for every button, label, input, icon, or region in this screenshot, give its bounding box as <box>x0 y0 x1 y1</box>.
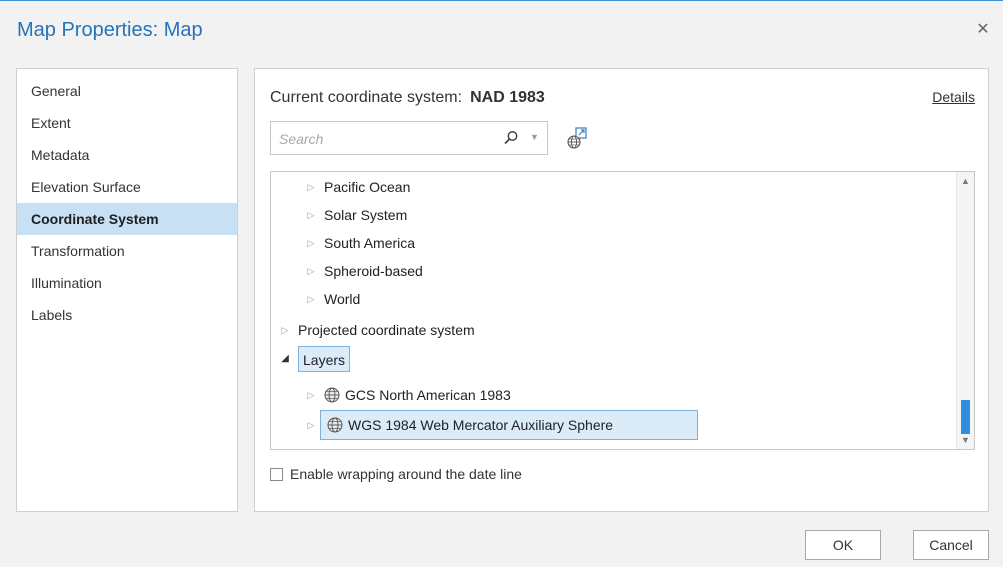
sidebar-item-labels[interactable]: Labels <box>17 299 237 331</box>
details-link[interactable]: Details <box>932 89 975 105</box>
expand-icon[interactable]: ▷ <box>280 317 290 343</box>
sidebar-item-general[interactable]: General <box>17 75 237 107</box>
dialog-title: Map Properties: Map <box>17 19 203 41</box>
tree-item[interactable]: ▷ GCS North American 1983 <box>306 382 511 408</box>
expand-icon[interactable]: ▷ <box>306 286 316 312</box>
sidebar-item-extent[interactable]: Extent <box>17 107 237 139</box>
tree-item[interactable]: ▷ South America <box>306 230 416 256</box>
tree-item-label: Solar System <box>324 207 408 223</box>
tree-item-label: Layers <box>298 346 351 372</box>
scroll-up-icon[interactable]: ▲ <box>957 174 974 188</box>
tree-item[interactable]: ▷ World <box>306 286 361 312</box>
wrap-checkbox[interactable] <box>270 467 283 481</box>
sidebar-item-illumination[interactable]: Illumination <box>17 267 237 299</box>
sidebar-item-transformation[interactable]: Transformation <box>17 235 237 267</box>
tree-item[interactable]: ▷ Pacific Ocean <box>306 174 411 200</box>
tree-item-label: South America <box>324 235 416 251</box>
expand-icon[interactable]: ▷ <box>306 230 316 256</box>
tree-item-label: Projected coordinate system <box>298 322 475 338</box>
collapse-icon[interactable]: ◢ <box>280 346 290 372</box>
current-coordinate-value: NAD 1983 <box>470 89 545 106</box>
search-box: ▼ <box>270 121 548 156</box>
map-properties-dialog: Map Properties: Map ✕ General Extent Met… <box>0 0 1003 567</box>
wrap-option[interactable]: Enable wrapping around the date line <box>270 466 522 482</box>
ok-button[interactable]: OK <box>805 530 881 560</box>
current-coordinate-label: Current coordinate system: <box>270 89 463 106</box>
tree-item-label: Spheroid-based <box>324 263 423 279</box>
search-dropdown-icon[interactable]: ▼ <box>530 132 539 142</box>
tree-item-selected[interactable]: ▷ WGS 1984 Web Mercator Auxiliary Sphere <box>306 410 698 440</box>
globe-icon <box>324 387 340 403</box>
search-input[interactable] <box>271 122 501 156</box>
tree-item[interactable]: ▷ Spheroid-based <box>306 258 423 284</box>
sidebar-item-elevation-surface[interactable]: Elevation Surface <box>17 171 237 203</box>
close-icon[interactable]: ✕ <box>973 19 993 39</box>
tree-item-label: GCS North American 1983 <box>345 387 511 403</box>
tree-item[interactable]: ▷ Solar System <box>306 202 408 228</box>
tree-scrollbar[interactable]: ▲ ▼ <box>956 172 974 449</box>
expand-icon[interactable]: ▷ <box>306 202 316 228</box>
add-coordinate-system-icon[interactable] <box>566 126 588 150</box>
globe-icon <box>327 417 343 433</box>
tree-item-label: WGS 1984 Web Mercator Auxiliary Sphere <box>348 417 614 433</box>
expand-icon[interactable]: ▷ <box>306 412 316 438</box>
tree-item-label: World <box>324 291 361 307</box>
tree-item-label: Pacific Ocean <box>324 179 411 195</box>
search-icon[interactable] <box>503 130 519 146</box>
sidebar-item-coordinate-system[interactable]: Coordinate System <box>17 203 237 235</box>
cancel-button[interactable]: Cancel <box>913 530 989 560</box>
expand-icon[interactable]: ▷ <box>306 258 316 284</box>
coordinate-system-tree: ▷ Pacific Ocean ▷ Solar System ▷ South A… <box>270 171 975 450</box>
sidebar-nav: General Extent Metadata Elevation Surfac… <box>16 68 238 512</box>
wrap-label: Enable wrapping around the date line <box>290 466 522 482</box>
scroll-down-icon[interactable]: ▼ <box>957 433 974 447</box>
expand-icon[interactable]: ▷ <box>306 174 316 200</box>
scroll-thumb[interactable] <box>961 400 970 434</box>
sidebar-item-metadata[interactable]: Metadata <box>17 139 237 171</box>
expand-icon[interactable]: ▷ <box>306 382 316 408</box>
selected-row: WGS 1984 Web Mercator Auxiliary Sphere <box>320 410 698 440</box>
coordinate-system-panel: Current coordinate system: NAD 1983 Detai… <box>254 68 989 512</box>
tree-item[interactable]: ▷ Projected coordinate system <box>280 317 475 343</box>
tree-item-layers[interactable]: ◢ Layers <box>280 346 351 372</box>
current-coordinate-system: Current coordinate system: NAD 1983 <box>270 89 545 107</box>
